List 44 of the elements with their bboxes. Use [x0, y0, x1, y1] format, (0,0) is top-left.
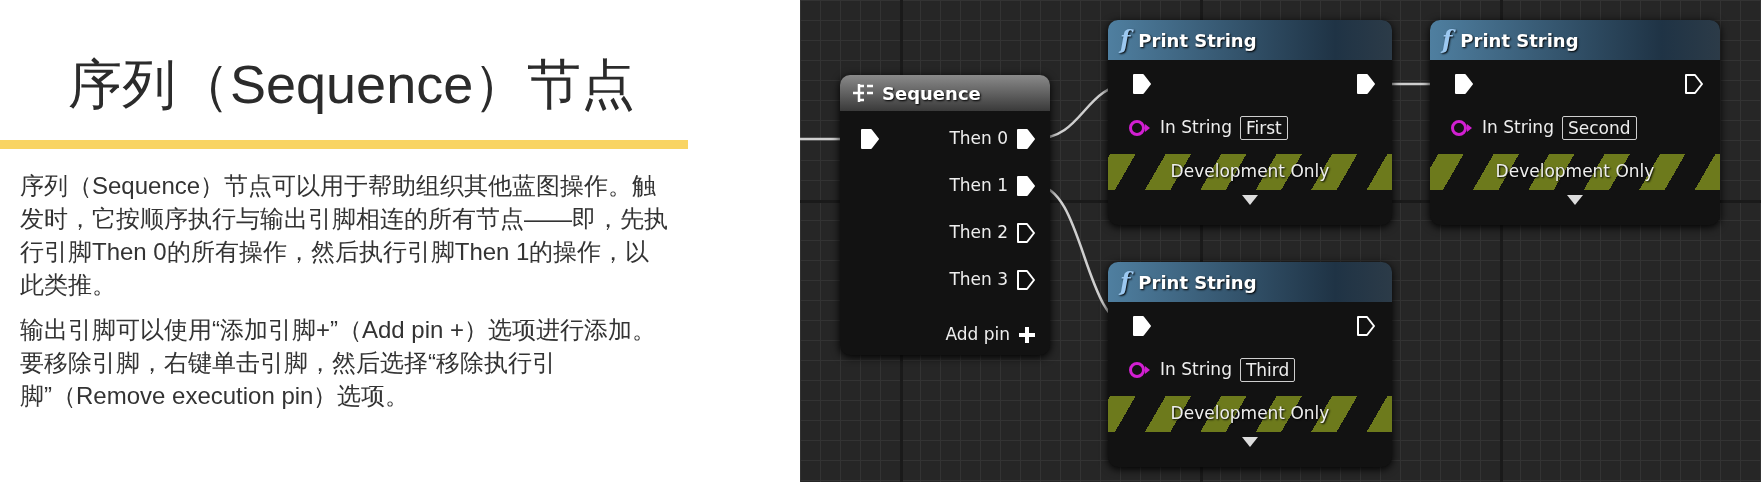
exec-pin-outline-icon[interactable]: [1016, 268, 1036, 291]
string-input-field[interactable]: Second: [1561, 116, 1637, 140]
slide-title: 序列（Sequence）节点: [67, 53, 637, 116]
blueprint-node[interactable]: Sequence Then 0 Then 1 Then 2 Then 3 Add pin: [840, 75, 1050, 355]
node-title: Print String: [1138, 270, 1257, 295]
string-pin-icon[interactable]: [1128, 361, 1152, 379]
blueprint-node[interactable]: f Print String In String Third Development Only: [1108, 262, 1392, 467]
exec-pin-icon[interactable]: [1132, 315, 1152, 337]
paragraph: 输出引脚可以使用“添加引脚+”（Add pin +）选项进行添加。要移除引脚，右键单击引脚，然后选择“移除执行引脚”（Remove execution pin）选项。: [19, 315, 658, 411]
exec-pin-outline-icon[interactable]: [1684, 73, 1704, 95]
string-pin-icon[interactable]: [1128, 119, 1152, 137]
string-input-field[interactable]: Third: [1239, 358, 1296, 382]
string-input-field[interactable]: First: [1239, 116, 1288, 140]
paragraph: 序列（Sequence）节点可以用于帮助组织其他蓝图操作。触发时，它按顺序执行与输出引脚相连的所有节点——即，先执行引脚Then 0的所有操作，然后执行引脚Then 1的操作，以此类推。: [19, 171, 668, 300]
development-only-banner: Development Only: [1108, 154, 1392, 190]
blueprint-node[interactable]: f Print String In String Second Development Only: [1430, 20, 1720, 225]
development-only-banner: Development Only: [1108, 396, 1392, 432]
node-title: Print String: [1460, 28, 1579, 53]
add-pin-button[interactable]: Add pin: [840, 311, 1050, 358]
blueprint-node[interactable]: f Print String In String First Development Only: [1108, 20, 1392, 225]
plus-icon: [1018, 325, 1036, 344]
exec-pin-icon[interactable]: [1454, 73, 1474, 95]
exec-pin-icon[interactable]: [860, 128, 880, 150]
pin-label: Then 0: [949, 126, 1008, 150]
development-only-banner: Development Only: [1430, 154, 1720, 190]
expand-arrow-icon[interactable]: [1241, 436, 1259, 448]
pin-label: Then 3: [949, 267, 1008, 291]
node-title: Print String: [1138, 28, 1257, 53]
exec-pin-icon[interactable]: [1016, 174, 1036, 197]
pin-label: Then 2: [949, 220, 1008, 244]
expand-arrow-icon[interactable]: [1566, 194, 1584, 206]
expand-arrow-icon[interactable]: [1241, 194, 1259, 206]
exec-pin-icon[interactable]: [1356, 73, 1376, 95]
pin-label: In String: [1482, 116, 1554, 140]
string-pin-icon[interactable]: [1450, 119, 1474, 137]
sequence-icon: [852, 83, 874, 103]
exec-pin-icon[interactable]: [1016, 127, 1036, 150]
pin-label: In String: [1160, 358, 1232, 382]
exec-pin-outline-icon[interactable]: [1016, 221, 1036, 244]
exec-pin-icon[interactable]: [1132, 73, 1152, 95]
exec-pin-outline-icon[interactable]: [1356, 315, 1376, 337]
node-title: Sequence: [882, 81, 981, 106]
pin-label: Then 1: [949, 173, 1008, 197]
pin-label: In String: [1160, 116, 1232, 140]
